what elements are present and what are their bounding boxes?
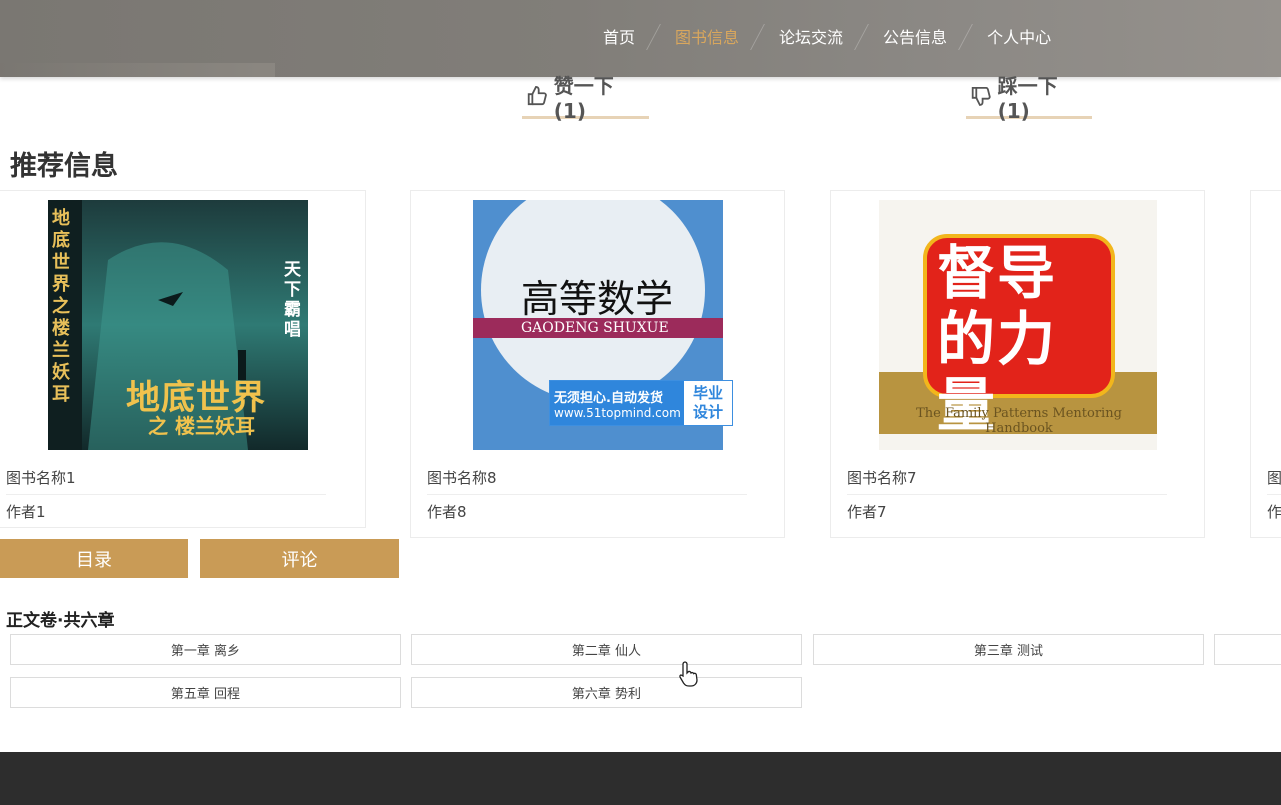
chapter-1[interactable]: 第一章 离乡 bbox=[10, 634, 401, 665]
book-cover-1-side-title: 地底世界之楼兰妖耳 bbox=[52, 208, 70, 405]
watermark-right2: 设计 bbox=[692, 403, 723, 421]
book-card-8[interactable]: 高等数学 GAODENG SHUXUE 图书名称8 作者8 bbox=[410, 190, 785, 538]
nav-notice[interactable]: 公告信息 bbox=[863, 0, 967, 72]
book-name-1[interactable]: 图书名称1 bbox=[6, 467, 326, 495]
book-cover-8-title: 高等数学 bbox=[521, 277, 674, 321]
thumbs-down-icon bbox=[971, 87, 991, 106]
chapter-2[interactable]: 第二章 仙人 bbox=[411, 634, 802, 665]
top-header: 首页 图书信息 论坛交流 公告信息 个人中心 bbox=[0, 0, 1281, 77]
book-cover-7-subtitle: The Family Patterns Mentoring Handbook bbox=[916, 406, 1122, 436]
thumbs-up-button[interactable]: 赞一下(1) bbox=[522, 74, 649, 123]
catalog-tab-button[interactable]: 目录 bbox=[0, 539, 188, 578]
nav-book-info[interactable]: 图书信息 bbox=[655, 0, 759, 72]
nav-home[interactable]: 首页 bbox=[583, 0, 655, 72]
book-name-partial[interactable]: 图 bbox=[1267, 467, 1281, 495]
thumbs-up-label: 赞一下(1) bbox=[553, 73, 614, 123]
book-card-7[interactable]: 督导的力量 The Family Patterns Mentoring Hand… bbox=[830, 190, 1205, 538]
book-author-1: 作者1 bbox=[6, 503, 46, 521]
volume-title: 正文卷·共六章 bbox=[6, 611, 115, 631]
book-author-8: 作者8 bbox=[427, 503, 467, 521]
book-cover-1-author: 天下霸唱 bbox=[284, 260, 301, 340]
thumbs-down-button[interactable]: 踩一下(1) bbox=[966, 74, 1092, 123]
comment-tab-button[interactable]: 评论 bbox=[200, 539, 399, 578]
nav-personal-center[interactable]: 个人中心 bbox=[967, 0, 1071, 72]
main-nav: 首页 图书信息 论坛交流 公告信息 个人中心 bbox=[583, 0, 1071, 72]
book-author-partial: 作 bbox=[1267, 503, 1281, 521]
book-cover-8-subtitle: GAODENG SHUXUE bbox=[521, 320, 669, 336]
watermark-right1: 毕业 bbox=[692, 384, 723, 402]
watermark-right: 毕业 设计 bbox=[684, 381, 732, 425]
watermark-badge: 无须担心.自动发货 www.51topmind.com 毕业 设计 bbox=[549, 380, 733, 426]
nav-forum[interactable]: 论坛交流 bbox=[759, 0, 863, 72]
book-cover-7[interactable]: 督导的力量 The Family Patterns Mentoring Hand… bbox=[879, 200, 1157, 450]
watermark-left: 无须担心.自动发货 www.51topmind.com bbox=[550, 381, 684, 425]
watermark-line1: 无须担心.自动发货 bbox=[554, 390, 663, 406]
chapter-4-partial[interactable] bbox=[1214, 634, 1281, 665]
book-cover-1[interactable]: 地底世界之楼兰妖耳 地底世界 之 楼兰妖耳 天下霸唱 bbox=[48, 200, 308, 450]
book-name-8[interactable]: 图书名称8 bbox=[427, 467, 747, 495]
chapter-6[interactable]: 第六章 势利 bbox=[411, 677, 802, 708]
book-name-7[interactable]: 图书名称7 bbox=[847, 467, 1167, 495]
chapter-3[interactable]: 第三章 测试 bbox=[813, 634, 1204, 665]
book-card-1[interactable]: 地底世界之楼兰妖耳 地底世界 之 楼兰妖耳 天下霸唱 图书名称1 作者1 bbox=[0, 190, 366, 528]
hand-cursor-icon bbox=[679, 661, 698, 687]
recommend-title: 推荐信息 bbox=[10, 151, 118, 182]
chapter-5[interactable]: 第五章 回程 bbox=[10, 677, 401, 708]
watermark-line2: www.51topmind.com bbox=[554, 405, 681, 420]
page-footer bbox=[0, 752, 1281, 805]
thumbs-down-label: 踩一下(1) bbox=[997, 73, 1058, 123]
book-author-7: 作者7 bbox=[847, 503, 887, 521]
header-accent-bar bbox=[0, 63, 275, 77]
thumbs-up-icon bbox=[527, 86, 547, 106]
book-cover-1-subtitle: 之 楼兰妖耳 bbox=[148, 414, 255, 438]
book-card-partial[interactable]: 图 作 bbox=[1250, 190, 1281, 538]
